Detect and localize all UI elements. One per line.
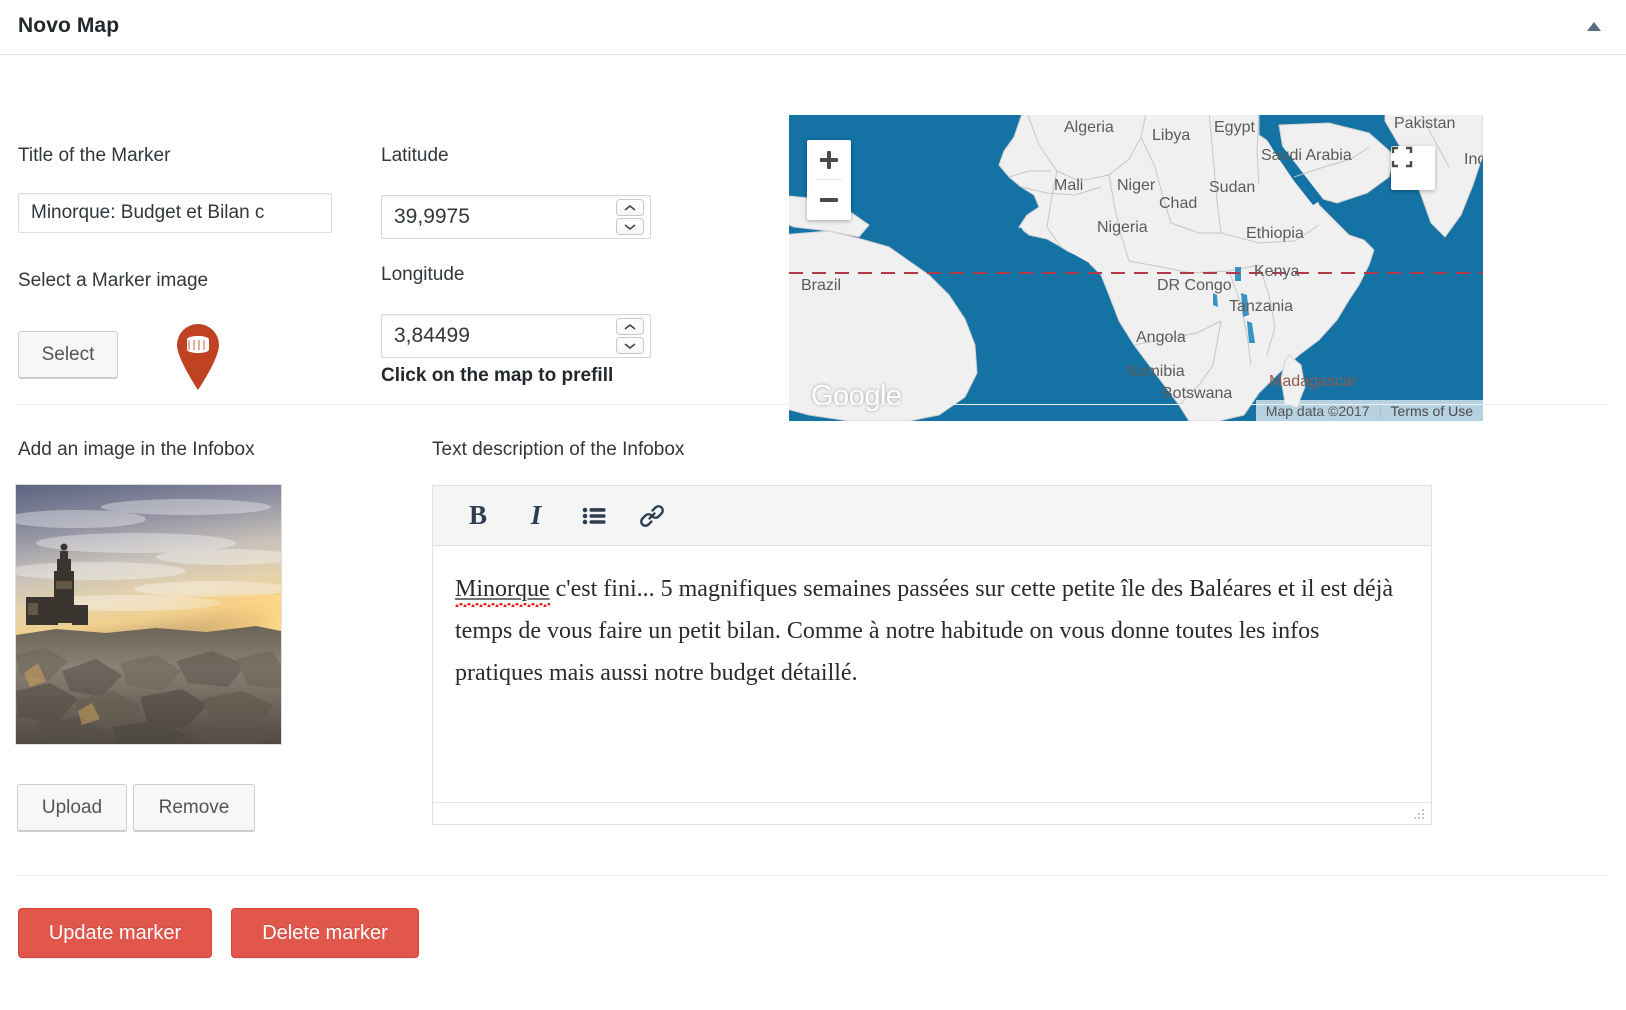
map-label-angola: Angola bbox=[1136, 329, 1186, 347]
longitude-input[interactable]: 3,84499 bbox=[381, 314, 651, 358]
map-label-dr-congo: DR Congo bbox=[1157, 277, 1232, 295]
map-label-india: India bbox=[1464, 151, 1483, 169]
map-label-brazil: Brazil bbox=[801, 277, 841, 295]
map-label-saudi-arabia: Saudi Arabia bbox=[1261, 147, 1352, 165]
infobox-text-label: Text description of the Infobox bbox=[432, 439, 684, 461]
longitude-value: 3,84499 bbox=[394, 315, 470, 357]
link-icon[interactable] bbox=[629, 493, 675, 539]
map-label-sudan: Sudan bbox=[1209, 179, 1255, 197]
map-label-egypt: Egypt bbox=[1214, 119, 1255, 137]
marker-image-label: Select a Marker image bbox=[18, 270, 208, 292]
latitude-value: 39,9975 bbox=[394, 196, 470, 238]
title-label: Title of the Marker bbox=[18, 145, 170, 167]
latitude-label: Latitude bbox=[381, 145, 449, 167]
map-label-kenya: Kenya bbox=[1254, 263, 1299, 281]
italic-icon[interactable]: I bbox=[513, 493, 559, 539]
editor-status-bar bbox=[433, 802, 1431, 824]
marker-title-input[interactable]: Minorque: Budget et Bilan c bbox=[18, 193, 332, 233]
resize-grip[interactable] bbox=[1411, 806, 1425, 820]
map-label-namibia: Namibia bbox=[1126, 363, 1185, 381]
marker-fields-row: Title of the Marker Minorque: Budget et … bbox=[0, 55, 1626, 403]
chevron-down-icon[interactable] bbox=[616, 218, 644, 235]
chevron-up-icon[interactable] bbox=[616, 199, 644, 216]
longitude-label: Longitude bbox=[381, 264, 464, 286]
chevron-up-icon[interactable] bbox=[616, 318, 644, 335]
bullet-list-icon[interactable] bbox=[571, 493, 617, 539]
page-title: Novo Map bbox=[18, 14, 119, 38]
google-map[interactable]: Algeria Libya Egypt Pakistan Saudi Arabi… bbox=[789, 115, 1483, 421]
map-label-chad: Chad bbox=[1159, 195, 1197, 213]
map-label-botswana: Botswana bbox=[1162, 385, 1232, 403]
map-label-madagascar: Madagascar bbox=[1269, 373, 1357, 391]
infobox-text-rest: c'est fini... 5 magnifiques semaines pas… bbox=[455, 576, 1393, 686]
latitude-input[interactable]: 39,9975 bbox=[381, 195, 651, 239]
delete-marker-button[interactable]: Delete marker bbox=[231, 908, 419, 958]
infobox-text-editor[interactable]: B I Minorque c'est fini.. bbox=[432, 485, 1432, 825]
map-zoom-control[interactable] bbox=[807, 140, 851, 220]
remove-image-button[interactable]: Remove bbox=[133, 784, 255, 831]
zoom-out-button[interactable] bbox=[807, 180, 851, 219]
misspelled-word[interactable]: Minorque bbox=[455, 576, 550, 602]
bold-icon[interactable]: B bbox=[455, 493, 501, 539]
map-label-pakistan: Pakistan bbox=[1394, 115, 1455, 133]
map-label-niger: Niger bbox=[1117, 177, 1155, 195]
editor-toolbar: B I bbox=[433, 486, 1431, 546]
fullscreen-icon[interactable] bbox=[1391, 146, 1435, 190]
chevron-down-icon[interactable] bbox=[616, 337, 644, 354]
select-marker-image-button[interactable]: Select bbox=[18, 331, 118, 378]
panel-header: Novo Map bbox=[0, 0, 1626, 55]
map-pin-icon bbox=[170, 319, 226, 391]
map-label-nigeria: Nigeria bbox=[1097, 219, 1148, 237]
update-marker-button[interactable]: Update marker bbox=[18, 908, 212, 958]
novo-map-metabox: Novo Map Title of the Marker Minorque: B… bbox=[0, 0, 1626, 1010]
editor-content-area[interactable]: Minorque c'est fini... 5 magnifiques sem… bbox=[433, 546, 1431, 802]
longitude-stepper[interactable] bbox=[616, 318, 644, 354]
caret-up-icon[interactable] bbox=[1580, 13, 1608, 41]
map-label-ethiopia: Ethiopia bbox=[1246, 225, 1304, 243]
map-label-algeria: Algeria bbox=[1064, 119, 1114, 137]
latitude-stepper[interactable] bbox=[616, 199, 644, 235]
infobox-image-label: Add an image in the Infobox bbox=[18, 439, 255, 461]
infobox-paragraph: Minorque c'est fini... 5 magnifiques sem… bbox=[455, 568, 1409, 694]
zoom-in-button[interactable] bbox=[807, 140, 851, 179]
google-watermark: Google bbox=[811, 380, 902, 413]
map-label-libya: Libya bbox=[1152, 127, 1190, 145]
divider bbox=[18, 404, 1608, 405]
infobox-image-thumbnail[interactable] bbox=[15, 484, 282, 745]
prefill-hint: Click on the map to prefill bbox=[381, 365, 613, 387]
map-label-tanzania: Tanzania bbox=[1229, 298, 1293, 316]
upload-image-button[interactable]: Upload bbox=[17, 784, 127, 831]
divider bbox=[18, 875, 1608, 876]
map-label-mali: Mali bbox=[1054, 177, 1083, 195]
